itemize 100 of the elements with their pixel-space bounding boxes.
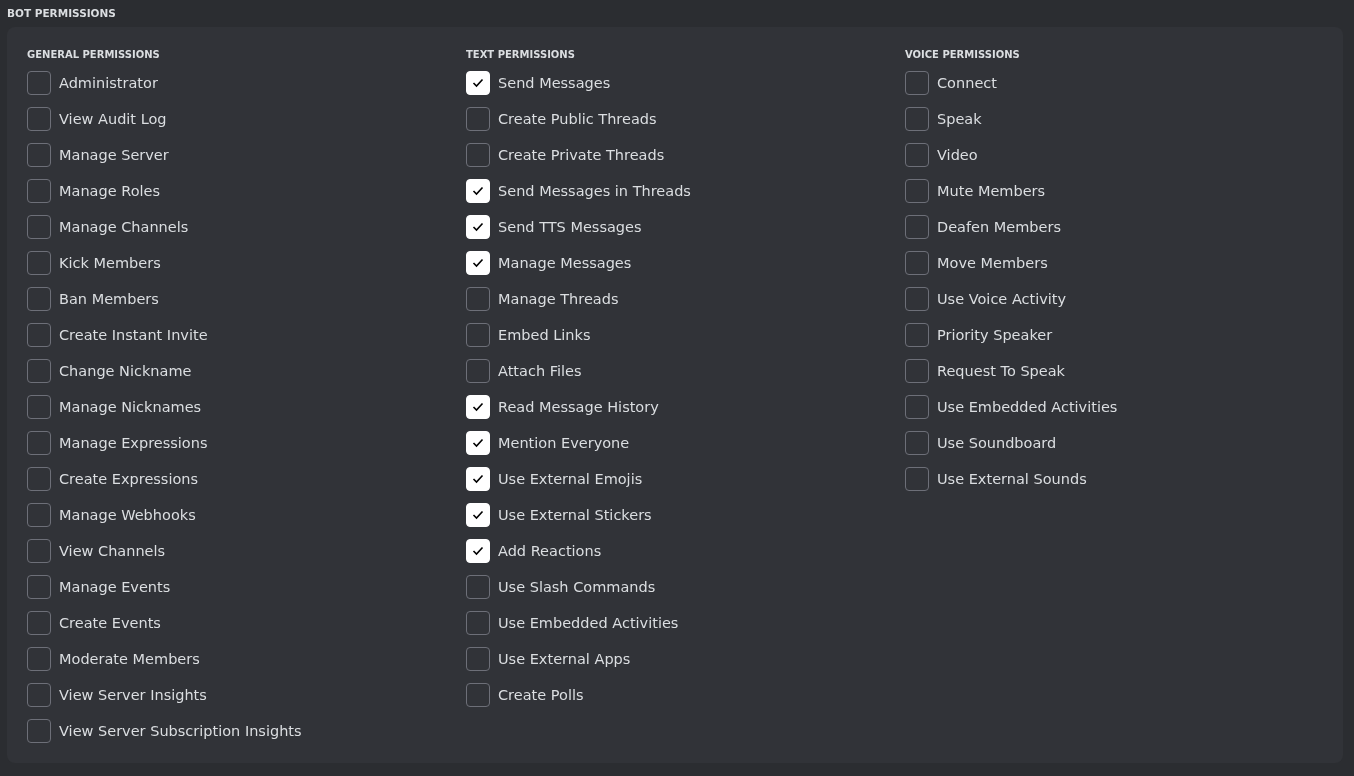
checkbox[interactable] (905, 395, 929, 419)
checkbox[interactable] (466, 575, 490, 599)
checkbox[interactable] (27, 647, 51, 671)
permission-label: Video (937, 147, 978, 163)
checkbox[interactable] (905, 107, 929, 131)
permission-label: Use Slash Commands (498, 579, 656, 595)
permission-label: Request To Speak (937, 363, 1065, 379)
permission-label: Manage Nicknames (59, 399, 202, 415)
checkbox[interactable] (27, 143, 51, 167)
permission-label: Kick Members (59, 255, 161, 271)
checkbox[interactable] (27, 323, 51, 347)
permission-label: Deafen Members (937, 219, 1061, 235)
permission-label: Read Message History (498, 399, 659, 415)
permission-label: Connect (937, 75, 997, 91)
check-icon (472, 78, 484, 88)
checkbox[interactable] (905, 251, 929, 275)
permission-label: Create Expressions (59, 471, 199, 487)
permission-label: Manage Roles (59, 183, 160, 199)
checkbox[interactable] (27, 683, 51, 707)
checkbox[interactable] (466, 611, 490, 635)
permission-label: Change Nickname (59, 363, 192, 379)
permission-label: Manage Threads (498, 291, 619, 307)
checkbox[interactable] (466, 683, 490, 707)
permission-label: Send TTS Messages (498, 219, 642, 235)
checkbox[interactable] (27, 359, 51, 383)
group-title: VOICE PERMISSIONS (905, 48, 1020, 62)
permission-label: Manage Webhooks (59, 507, 196, 523)
permission-label: View Channels (59, 543, 166, 559)
permission-label: Priority Speaker (937, 327, 1053, 343)
permission-label: Create Instant Invite (59, 327, 208, 343)
checkbox[interactable] (905, 143, 929, 167)
permission-label: Manage Channels (59, 219, 189, 235)
permission-label: Ban Members (59, 291, 159, 307)
permission-label: Moderate Members (59, 651, 200, 667)
permission-label: Mention Everyone (498, 435, 630, 451)
checkbox[interactable] (466, 647, 490, 671)
check-icon (472, 474, 484, 484)
permission-label: Send Messages (498, 75, 611, 91)
checkbox[interactable] (27, 287, 51, 311)
permission-label: Create Polls (498, 687, 584, 703)
check-icon (472, 510, 484, 520)
permission-label: Embed Links (498, 327, 591, 343)
checkbox[interactable] (27, 611, 51, 635)
checkbox[interactable] (905, 287, 929, 311)
checkbox[interactable] (466, 107, 490, 131)
permission-label: Manage Expressions (59, 435, 208, 451)
permission-label: Speak (937, 111, 982, 127)
checkbox[interactable] (27, 215, 51, 239)
permission-label: Send Messages in Threads (498, 183, 691, 199)
permission-label: Use Embedded Activities (498, 615, 679, 631)
permission-label: Use External Sounds (937, 471, 1087, 487)
check-icon (472, 222, 484, 232)
checkbox[interactable] (466, 323, 490, 347)
check-icon (472, 438, 484, 448)
checkbox[interactable] (905, 215, 929, 239)
check-icon (472, 546, 484, 556)
permission-label: Create Events (59, 615, 161, 631)
permission-label: Administrator (59, 75, 158, 91)
checkbox[interactable] (905, 467, 929, 491)
permission-label: Add Reactions (498, 543, 602, 559)
permission-label: Manage Server (59, 147, 169, 163)
checkbox[interactable] (466, 359, 490, 383)
permission-label: Mute Members (937, 183, 1046, 199)
checkbox[interactable] (27, 575, 51, 599)
checkbox[interactable] (905, 431, 929, 455)
permission-label: Manage Events (59, 579, 171, 595)
checkbox[interactable] (905, 323, 929, 347)
checkbox[interactable] (27, 179, 51, 203)
group-title: GENERAL PERMISSIONS (27, 48, 160, 62)
checkbox[interactable] (466, 287, 490, 311)
checkbox[interactable] (27, 431, 51, 455)
checkbox[interactable] (27, 503, 51, 527)
check-icon (472, 258, 484, 268)
permission-label: Use External Emojis (498, 471, 643, 487)
permission-label: Attach Files (498, 363, 582, 379)
checkbox[interactable] (905, 71, 929, 95)
checkbox[interactable] (27, 71, 51, 95)
checkbox[interactable] (27, 251, 51, 275)
permission-label: Use Soundboard (937, 435, 1057, 451)
checkbox[interactable] (27, 539, 51, 563)
permission-label: Create Private Threads (498, 147, 665, 163)
permission-label: Use Embedded Activities (937, 399, 1118, 415)
checkbox[interactable] (27, 467, 51, 491)
permission-label: View Audit Log (59, 111, 167, 127)
group-title: TEXT PERMISSIONS (466, 48, 575, 62)
permission-label: Create Public Threads (498, 111, 657, 127)
check-icon (472, 186, 484, 196)
section-title: BOT PERMISSIONS (7, 6, 116, 20)
checkbox[interactable] (27, 107, 51, 131)
permission-label: View Server Insights (59, 687, 207, 703)
permission-label: Manage Messages (498, 255, 632, 271)
checkbox[interactable] (466, 143, 490, 167)
permission-label: Use External Stickers (498, 507, 652, 523)
checkbox[interactable] (905, 359, 929, 383)
permission-label: Move Members (937, 255, 1048, 271)
checkbox[interactable] (905, 179, 929, 203)
checkbox[interactable] (27, 719, 51, 743)
permission-label: View Server Subscription Insights (59, 723, 302, 739)
checkbox[interactable] (27, 395, 51, 419)
check-icon (472, 402, 484, 412)
